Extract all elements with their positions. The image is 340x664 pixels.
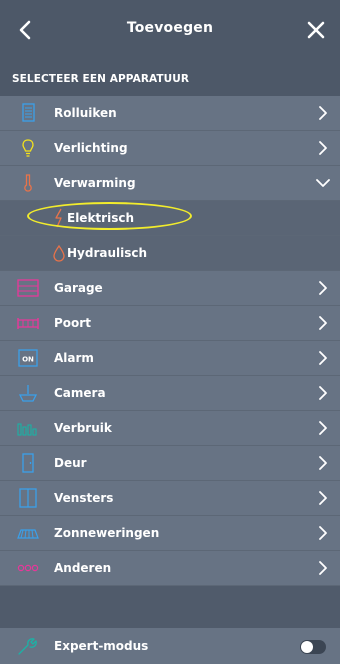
- chevron-right-icon: [319, 316, 327, 330]
- list-item-camera[interactable]: Camera: [0, 376, 340, 411]
- garage-icon: [17, 279, 39, 297]
- list-item-zonneweringen[interactable]: Zonneweringen: [0, 516, 340, 551]
- list-item-verwarming[interactable]: Verwarming: [0, 166, 340, 201]
- camera-icon: [18, 385, 38, 402]
- list-item-vensters[interactable]: Vensters: [0, 481, 340, 516]
- header-bar: Toevoegen: [0, 0, 340, 62]
- list-item-label: Verbruik: [54, 421, 112, 435]
- page-title: Toevoegen: [126, 20, 214, 36]
- chevron-right-icon: [319, 281, 327, 295]
- chevron-right-icon: [319, 386, 327, 400]
- spacer: [0, 586, 340, 628]
- list-item-poort[interactable]: Poort: [0, 306, 340, 341]
- list-item-garage[interactable]: Garage: [0, 271, 340, 306]
- list-item-label: Vensters: [54, 491, 114, 505]
- expert-mode-label: Expert-modus: [54, 639, 149, 653]
- list-item-label: Poort: [54, 316, 91, 330]
- device-list: Rolluiken Verlichting Verwarming Elektri…: [0, 96, 340, 586]
- chevron-right-icon: [319, 141, 327, 155]
- awning-icon: [17, 529, 39, 539]
- list-item-deur[interactable]: Deur: [0, 446, 340, 481]
- bulb-icon: [22, 139, 34, 157]
- door-icon: [22, 453, 34, 473]
- chevron-right-icon: [319, 106, 327, 120]
- expert-mode-toggle[interactable]: [300, 640, 326, 654]
- list-item-label: Rolluiken: [54, 106, 117, 120]
- list-item-label: Deur: [54, 456, 87, 470]
- alarm-icon-text: ON: [22, 356, 34, 364]
- list-item-label: Garage: [54, 281, 103, 295]
- list-item-label: Verwarming: [54, 176, 136, 190]
- thermometer-icon: [24, 174, 32, 192]
- section-title: SELECTEER EEN APPARATUUR: [12, 73, 190, 85]
- list-item-hydraulisch[interactable]: Hydraulisch: [0, 236, 340, 271]
- list-item-alarm[interactable]: ON Alarm: [0, 341, 340, 376]
- wrench-icon: [18, 638, 37, 655]
- section-header: SELECTEER EEN APPARATUUR: [0, 62, 340, 96]
- window-icon: [19, 488, 37, 508]
- list-item-label: Alarm: [54, 351, 94, 365]
- gate-icon: [17, 318, 39, 329]
- chevron-right-icon: [319, 421, 327, 435]
- list-item-label: Camera: [54, 386, 106, 400]
- list-item-rolluiken[interactable]: Rolluiken: [0, 96, 340, 131]
- alarm-icon: ON: [18, 349, 38, 367]
- chevron-right-icon: [319, 456, 327, 470]
- list-item-label: Hydraulisch: [67, 246, 148, 260]
- shutter-icon: [22, 103, 35, 122]
- list-item-anderen[interactable]: Anderen: [0, 551, 340, 586]
- chevron-right-icon: [319, 491, 327, 505]
- chevron-right-icon: [319, 526, 327, 540]
- consumption-icon: [17, 423, 37, 436]
- list-item-verbruik[interactable]: Verbruik: [0, 411, 340, 446]
- chevron-right-icon: [319, 351, 327, 365]
- dots-icon: [17, 564, 39, 572]
- list-item-verlichting[interactable]: Verlichting: [0, 131, 340, 166]
- expert-mode-row[interactable]: Expert-modus: [0, 628, 340, 664]
- list-item-label: Verlichting: [54, 141, 128, 155]
- list-item-label: Anderen: [54, 561, 112, 575]
- toggle-knob: [301, 641, 313, 653]
- highlight-ellipse: [27, 202, 192, 230]
- close-icon[interactable]: [304, 18, 328, 42]
- chevron-down-icon: [316, 179, 330, 187]
- chevron-right-icon: [319, 561, 327, 575]
- list-item-label: Zonneweringen: [54, 526, 160, 540]
